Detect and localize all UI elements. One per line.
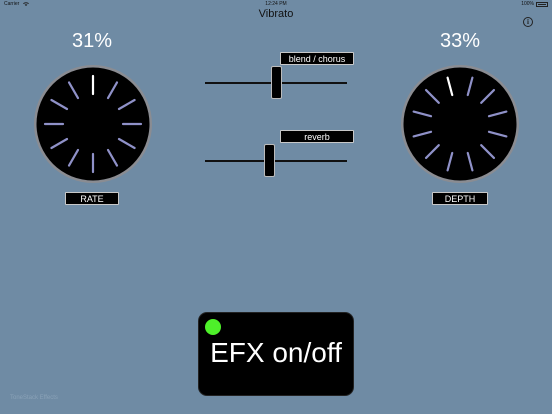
reverb-slider[interactable]: [205, 141, 347, 181]
clock: 12:24 PM: [265, 1, 287, 7]
rate-knob[interactable]: [33, 64, 153, 184]
status-led-icon: [205, 319, 221, 335]
page-title: Vibrato: [258, 8, 294, 20]
rate-percent: 31%: [71, 30, 113, 52]
rate-knob-graphic: [34, 65, 152, 183]
blend-chorus-slider[interactable]: [205, 63, 347, 103]
depth-knob[interactable]: [400, 64, 520, 184]
slider-track: [205, 160, 347, 162]
battery-indicator: 100%: [521, 1, 548, 7]
efx-toggle-button[interactable]: EFX on/off: [199, 313, 353, 395]
rate-label: RATE: [65, 192, 119, 205]
depth-knob-graphic: [401, 65, 519, 183]
battery-icon: [536, 1, 548, 7]
knob-body: [403, 67, 517, 181]
efx-button-label: EFX on/off: [210, 337, 342, 368]
info-icon[interactable]: i: [523, 17, 533, 27]
depth-percent: 33%: [439, 30, 481, 52]
watermark: ToneStack Effects: [10, 395, 58, 401]
slider-thumb[interactable]: [270, 66, 282, 99]
depth-label: DEPTH: [432, 192, 488, 205]
slider-thumb[interactable]: [263, 144, 275, 177]
